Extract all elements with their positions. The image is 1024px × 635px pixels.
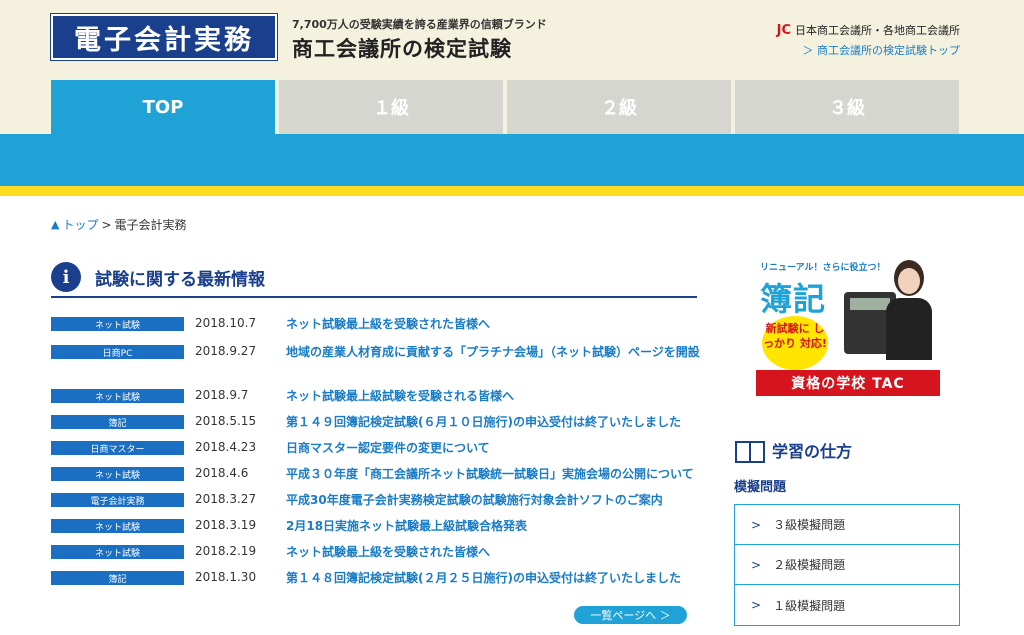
breadcrumb-current: 電子会計実務 [114,218,187,232]
category-badge: ネット試験 [51,519,184,533]
nav-tab-grade-3[interactable]: ３級 [735,80,959,134]
mock-exam-label: １級模擬問題 [773,598,846,613]
news-link[interactable]: 日商マスター認定要件の変更について [286,439,701,458]
news-list-more-button[interactable]: 一覧ページへ ＞ [574,606,687,624]
mock-exam-grade-2-link[interactable]: > ２級模擬問題 [735,545,959,585]
org-name: 日本商工会議所・各地商工会議所 [795,24,960,37]
ad-person-image [886,260,932,360]
news-date: 2018.3.19 [195,518,257,532]
info-icon: i [51,262,81,292]
jcci-logo-icon: JC [776,22,791,38]
news-date: 2018.2.19 [195,544,257,558]
nav-tab-top[interactable]: TOP [51,80,275,134]
nav-yellow-band [0,186,1024,196]
header-tagline: 7,700万人の受験実績を誇る産業界の信頼ブランド [292,18,547,31]
news-link[interactable]: 地域の産業人材育成に貢献する「プラチナ会場」（ネット試験）ページを開設 [286,343,701,362]
mock-exam-label: ２級模擬問題 [773,558,846,572]
ad-top-text: リニューアル！さらに役立つ！ [760,263,886,273]
category-badge: ネット試験 [51,545,184,559]
category-badge: 簿記 [51,415,184,429]
news-section-header: i 試験に関する最新情報 [51,258,697,298]
category-badge: 日商マスター [51,441,184,455]
news-date: 2018.10.7 [195,316,257,330]
news-date: 2018.9.27 [195,344,257,358]
news-link[interactable]: ネット試験最上級試験を受験される皆様へ [286,387,701,406]
news-date: 2018.9.7 [195,388,249,402]
category-badge: 簿記 [51,571,184,585]
mock-exam-grade-3-link[interactable]: > ３級模擬問題 [735,505,959,545]
ad-bottom-text: 資格の学校 TAC [756,370,940,396]
news-link[interactable]: 第１４９回簿記検定試験(６月１０日施行)の申込受付は終了いたしました [286,413,701,432]
ad-big-text: 簿記 [760,280,827,318]
site-logo[interactable]: 電子会計実務 [50,13,278,61]
news-link[interactable]: 第１４８回簿記検定試験(２月２５日施行)の申込受付は終了いたしました [286,569,701,588]
news-link[interactable]: 平成30年度電子会計実務検定試験の試験施行対象会計ソフトのご案内 [286,491,701,510]
exam-top-link[interactable]: ＞ 商工会議所の検定試験トップ [803,42,961,58]
chevron-right-icon: > [751,517,762,532]
home-icon: ▲ [51,218,60,231]
mock-exam-label: ３級模擬問題 [773,518,846,532]
category-badge: 電子会計実務 [51,493,184,507]
breadcrumb: ▲ トップ > 電子会計実務 [51,216,187,233]
tac-ad-banner[interactable]: リニューアル！さらに役立つ！ 簿記 新試験に しっかり 対応! 資格の学校 TA… [756,256,940,396]
study-section-header: 学習の仕方 [734,436,960,464]
main-nav: TOP １級 ２級 ３級 [51,80,963,134]
news-date: 2018.4.6 [195,466,249,480]
news-link[interactable]: 2月18日実施ネット試験最上級試験合格発表 [286,517,701,536]
category-badge: 日商PC [51,345,184,359]
news-link[interactable]: ネット試験最上級を受験された皆様へ [286,543,701,562]
news-date: 2018.1.30 [195,570,257,584]
breadcrumb-separator: > [101,217,112,232]
nav-tab-grade-1[interactable]: １級 [279,80,503,134]
book-icon [734,439,765,463]
news-link[interactable]: ネット試験最上級を受験された皆様へ [286,315,701,334]
nav-tab-grade-2[interactable]: ２級 [507,80,731,134]
category-badge: ネット試験 [51,467,184,481]
site-title[interactable]: 商工会議所の検定試験 [292,33,512,63]
category-badge: ネット試験 [51,389,184,403]
news-link[interactable]: 平成３０年度「商工会議所ネット試験統一試験日」実施会場の公開について [286,465,701,484]
study-title: 学習の仕方 [772,442,853,461]
mock-exam-list: > ３級模擬問題 > ２級模擬問題 > １級模擬問題 [734,504,960,626]
nav-blue-band [0,134,1024,186]
breadcrumb-home[interactable]: トップ [62,216,98,233]
news-date: 2018.4.23 [195,440,257,454]
news-section-title: 試験に関する最新情報 [95,269,265,290]
study-subtitle: 模擬問題 [734,480,787,495]
chevron-right-icon: > [751,557,762,572]
category-badge: ネット試験 [51,317,184,331]
chevron-right-icon: > [751,598,762,612]
news-date: 2018.5.15 [195,414,257,428]
ad-burst-text: 新試験に しっかり 対応! [762,316,828,370]
mock-exam-grade-1-link[interactable]: > １級模擬問題 [735,585,959,625]
org-label[interactable]: JC 日本商工会議所・各地商工会議所 [777,22,960,38]
news-date: 2018.3.27 [195,492,257,506]
